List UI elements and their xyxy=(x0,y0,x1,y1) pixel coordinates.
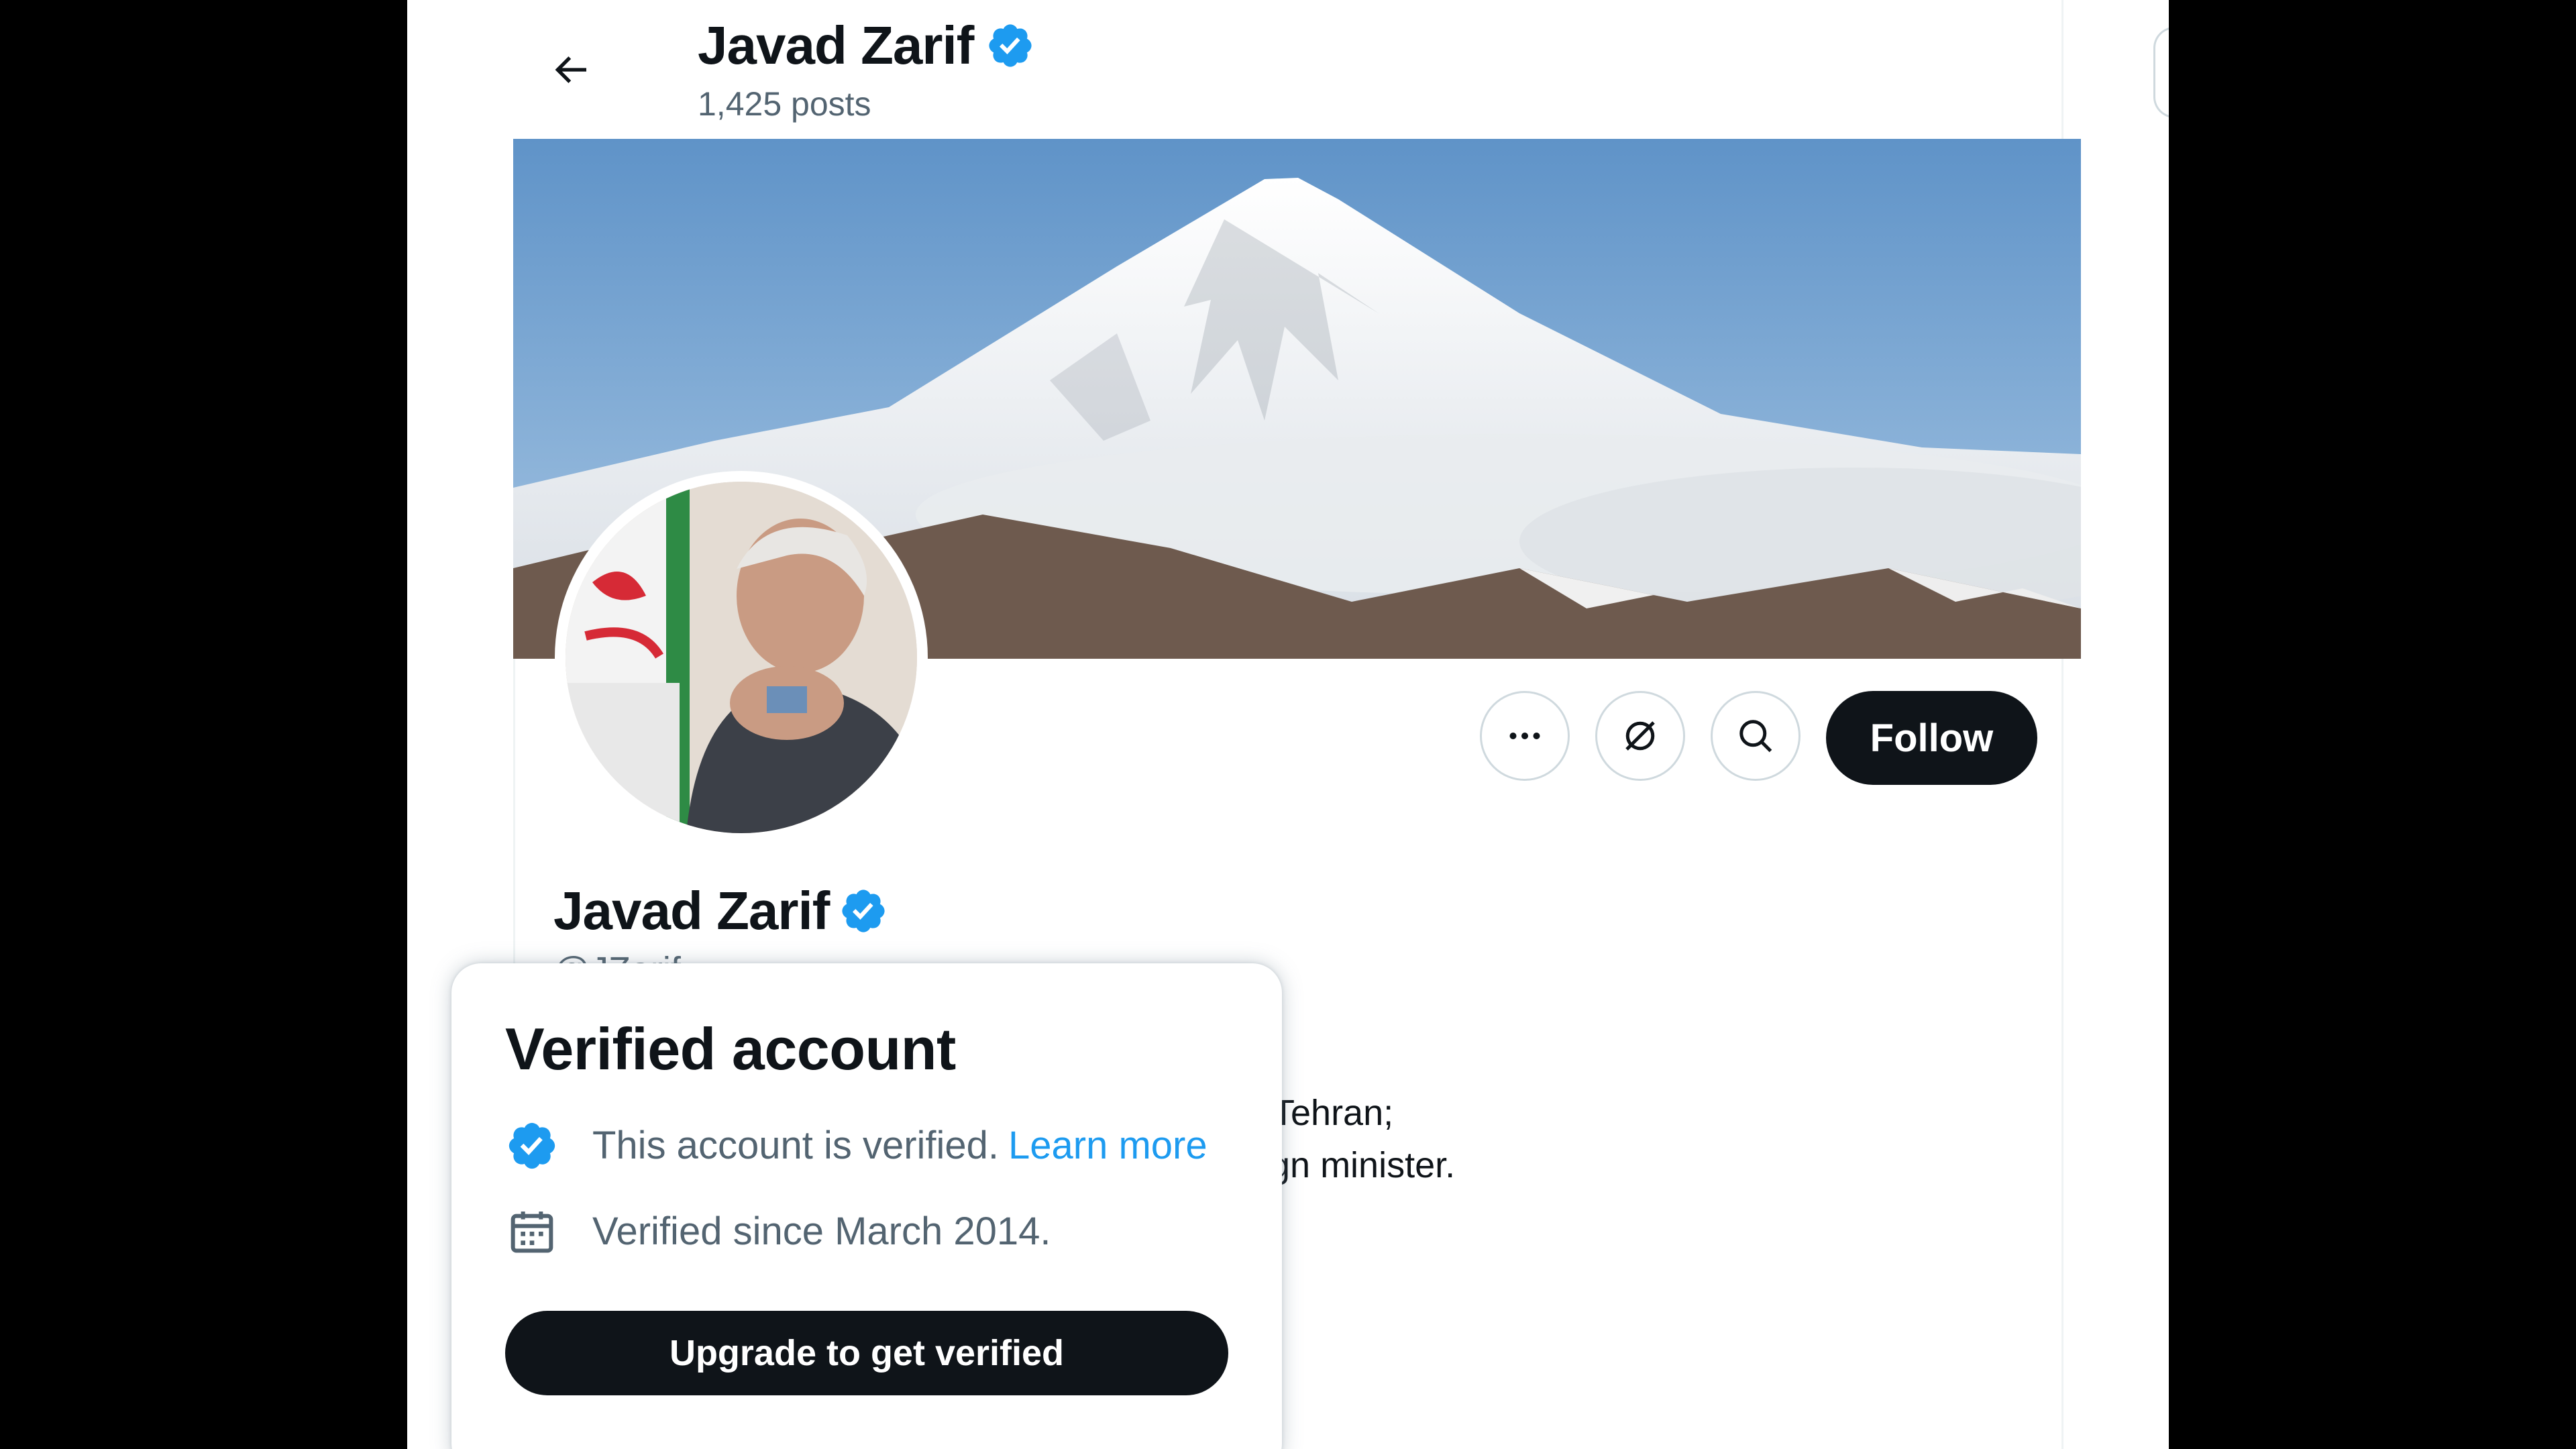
popup-title: Verified account xyxy=(505,1016,956,1082)
calendar-icon xyxy=(505,1205,559,1258)
verified-since-text: Verified since March 2014. xyxy=(592,1210,1051,1254)
verified-since-row: Verified since March 2014. xyxy=(505,1205,1228,1258)
profile-name-text: Javad Zarif xyxy=(553,881,830,941)
verified-badge-icon xyxy=(505,1119,559,1173)
verified-row: This account is verified. Learn more xyxy=(505,1119,1228,1173)
avatar[interactable] xyxy=(555,471,928,844)
avatar-image xyxy=(566,482,917,833)
search-icon xyxy=(1739,720,1772,753)
verified-account-popup: Verified account This account is verifie… xyxy=(451,963,1282,1449)
right-rail-search-edge xyxy=(2153,27,2169,118)
upgrade-button[interactable]: Upgrade to get verified xyxy=(505,1310,1228,1395)
profile-name: Javad Zarif xyxy=(553,880,888,942)
follow-button[interactable]: Follow xyxy=(1826,691,2037,785)
verified-badge-icon[interactable] xyxy=(985,21,1035,70)
grok-icon xyxy=(1625,721,1655,751)
profile-photo xyxy=(566,482,917,833)
verified-text: This account is verified. xyxy=(592,1124,1000,1168)
arrow-left-icon xyxy=(555,56,586,83)
bio-line-1: Tehran; xyxy=(1273,1093,1394,1133)
more-icon xyxy=(1509,733,1540,739)
header-title: Javad Zarif xyxy=(698,15,1035,76)
more-button[interactable] xyxy=(1480,691,1570,781)
learn-more-link[interactable]: Learn more xyxy=(1008,1123,1208,1168)
search-profile-button[interactable] xyxy=(1711,691,1801,781)
bio-line-2: gn minister. xyxy=(1270,1145,1456,1185)
posts-count: 1,425 posts xyxy=(698,85,871,123)
header-name-text: Javad Zarif xyxy=(698,15,974,75)
back-button[interactable] xyxy=(537,36,604,103)
verified-badge-icon[interactable] xyxy=(839,886,888,936)
profile-bio: Tehran; gn minister. xyxy=(1270,1087,1456,1191)
profile-page: Javad Zarif 1,425 posts Follow Javad Zar… xyxy=(407,0,2169,1449)
grok-button[interactable] xyxy=(1595,691,1685,781)
profile-header: Javad Zarif 1,425 posts xyxy=(407,0,2064,139)
